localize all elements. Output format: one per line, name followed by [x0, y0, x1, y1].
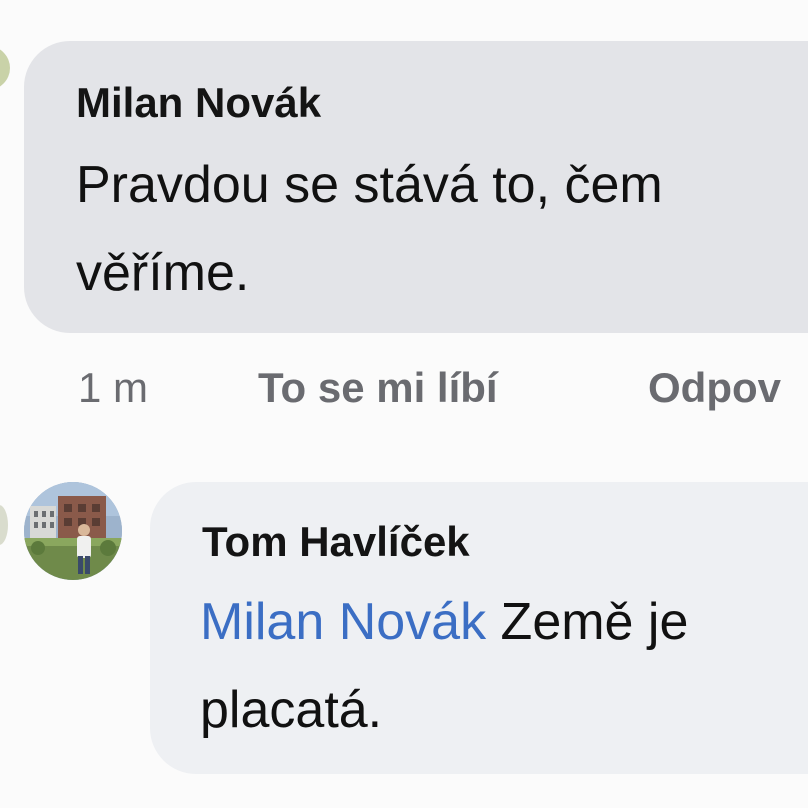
avatar[interactable] — [0, 505, 8, 545]
avatar[interactable] — [0, 46, 10, 90]
comment-bubble: Milan Novák Pravdou se stává to, čem věř… — [24, 41, 808, 333]
comment-text-line: Pravdou se stává to, čem — [76, 156, 663, 214]
comment-text: Pravdou se stává to, čem věříme. — [76, 141, 663, 317]
avatar[interactable] — [24, 482, 122, 580]
comment-text-line: Milan Novák Země je — [200, 578, 688, 666]
mention-link[interactable]: Milan Novák — [200, 593, 486, 651]
comment-bubble: Tom Havlíček Milan Novák Země je placatá… — [150, 482, 808, 774]
comment-author[interactable]: Tom Havlíček — [202, 518, 470, 566]
reply-button[interactable]: Odpov — [648, 364, 781, 412]
profile-photo — [24, 482, 122, 580]
comment-text: Milan Novák Země je placatá. — [200, 578, 688, 754]
comment-author[interactable]: Milan Novák — [76, 79, 321, 127]
comment-text-fragment: Země je — [486, 593, 689, 651]
like-button[interactable]: To se mi líbí — [258, 364, 498, 412]
comment-text-line: placatá. — [200, 681, 383, 739]
comment-text-line: věříme. — [76, 244, 250, 302]
comment-thread: Milan Novák Pravdou se stává to, čem věř… — [0, 0, 808, 808]
comment-timestamp[interactable]: 1 m — [78, 364, 148, 412]
